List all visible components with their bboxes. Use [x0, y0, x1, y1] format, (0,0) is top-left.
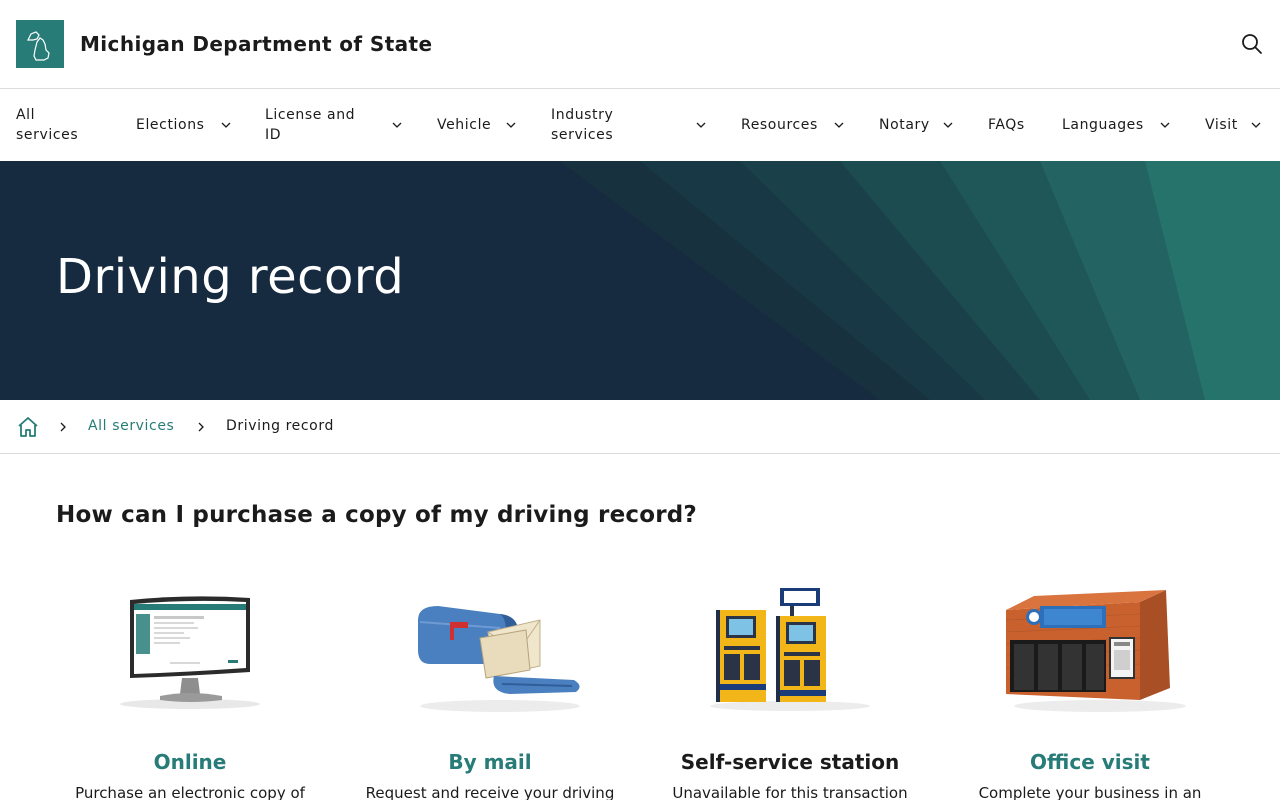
- site-header: Michigan Department of State: [0, 0, 1280, 88]
- option-card-by-mail[interactable]: By mail Request and receive your driving: [350, 580, 630, 800]
- nav-item-label: License and ID: [265, 107, 356, 143]
- self-service-kiosk-icon: [710, 588, 870, 711]
- nav-item-faqs[interactable]: FAQs: [988, 89, 1025, 161]
- chevron-down-icon: [943, 122, 953, 128]
- nav-item-label: Resources: [741, 117, 818, 133]
- main-nav: All services Elections License and ID Ve…: [0, 88, 1280, 161]
- site-title[interactable]: Michigan Department of State: [80, 32, 432, 56]
- nav-item-label: Vehicle: [437, 117, 492, 133]
- nav-item-label: Elections: [136, 117, 205, 133]
- option-title-office-visit[interactable]: Office visit: [950, 750, 1230, 774]
- nav-item-label: All services: [16, 107, 79, 143]
- office-building-icon: [1005, 590, 1186, 712]
- chevron-down-icon: [1251, 122, 1261, 128]
- nav-item-all-services[interactable]: All services: [16, 89, 106, 161]
- chevron-down-icon: [1160, 122, 1170, 128]
- nav-item-label: FAQs: [988, 117, 1025, 133]
- option-description: Purchase an electronic copy of: [75, 784, 305, 800]
- nav-item-label: Visit: [1205, 117, 1238, 133]
- computer-monitor-icon: [120, 596, 260, 709]
- chevron-down-icon: [834, 122, 844, 128]
- chevron-right-icon: [60, 422, 66, 432]
- chevron-down-icon: [221, 122, 231, 128]
- hero-banner: Driving record: [0, 161, 1280, 400]
- nav-item-label: Languages: [1062, 117, 1144, 133]
- nav-item-industry-services[interactable]: Industry services: [551, 89, 706, 161]
- chevron-down-icon: [392, 122, 402, 128]
- nav-item-vehicle[interactable]: Vehicle: [437, 89, 516, 161]
- home-icon[interactable]: [16, 415, 40, 439]
- chevron-down-icon: [506, 122, 516, 128]
- option-card-self-service-station: Self-service station Unavailable for thi…: [650, 580, 930, 800]
- michigan-map-icon[interactable]: [16, 20, 64, 68]
- nav-item-visit[interactable]: Visit: [1205, 89, 1261, 161]
- option-card-office-visit[interactable]: Office visit Complete your business in a…: [950, 580, 1230, 800]
- search-icon[interactable]: [1236, 30, 1268, 58]
- page-title: Driving record: [56, 249, 405, 305]
- option-description: Complete your business in an: [978, 784, 1202, 800]
- nav-item-notary[interactable]: Notary: [879, 89, 953, 161]
- nav-item-resources[interactable]: Resources: [741, 89, 844, 161]
- option-title-by-mail[interactable]: By mail: [350, 750, 630, 774]
- nav-item-elections[interactable]: Elections: [136, 89, 231, 161]
- nav-item-label: Notary: [879, 117, 930, 133]
- chevron-right-icon: [198, 422, 204, 432]
- option-card-online[interactable]: Online Purchase an electronic copy of: [50, 580, 330, 800]
- breadcrumb: All services Driving record: [0, 400, 1280, 454]
- option-title-online[interactable]: Online: [50, 750, 330, 774]
- nav-item-languages[interactable]: Languages: [1062, 89, 1170, 161]
- breadcrumb-current: Driving record: [226, 418, 334, 434]
- nav-item-label: Industry services: [551, 107, 614, 143]
- mailbox-icon: [418, 606, 580, 712]
- option-description: Request and receive your driving: [365, 784, 615, 800]
- chevron-down-icon: [696, 122, 706, 128]
- option-description: Unavailable for this transaction: [672, 784, 908, 800]
- section-heading: How can I purchase a copy of my driving …: [56, 502, 697, 528]
- nav-item-license-and-id[interactable]: License and ID: [265, 89, 402, 161]
- option-title-self-service-station: Self-service station: [680, 750, 900, 774]
- breadcrumb-link-all-services[interactable]: All services: [88, 418, 174, 434]
